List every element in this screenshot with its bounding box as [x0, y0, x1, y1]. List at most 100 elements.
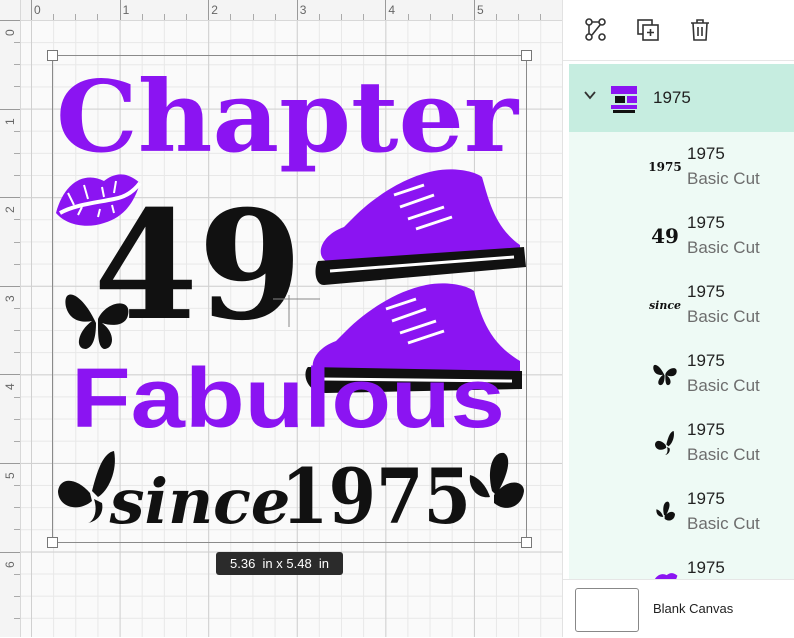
- butterfly-small-icon: [647, 426, 683, 460]
- ruler-tick: [14, 440, 20, 442]
- layer-thumbnail-since: since: [648, 298, 682, 312]
- resize-handle-bottom-right[interactable]: [521, 537, 532, 548]
- group-ungroup-icon[interactable]: [583, 17, 609, 43]
- ruler-tick: [14, 418, 20, 420]
- ruler-tick: [252, 14, 254, 20]
- ruler-tick: [14, 529, 20, 531]
- ruler-tick: [14, 485, 20, 487]
- ruler-tick: [0, 197, 20, 199]
- ruler-number: 4: [388, 3, 396, 17]
- ruler-number: 1: [3, 117, 17, 125]
- layer-name: 1975: [687, 351, 725, 370]
- ruler-tick: [208, 0, 210, 20]
- group-name: 1975: [653, 88, 691, 107]
- ruler-tick: [97, 14, 99, 20]
- ruler-tick: [14, 42, 20, 44]
- layer-name: 1975: [687, 489, 725, 508]
- layer-name: 1975: [687, 420, 725, 439]
- ruler-number: 1: [122, 3, 130, 17]
- resize-handle-top-left[interactable]: [47, 50, 58, 61]
- layer-name: 1975: [687, 144, 725, 163]
- blank-canvas-row[interactable]: Blank Canvas: [563, 579, 794, 638]
- layer-type: Basic Cut: [687, 445, 760, 464]
- butterfly-icon: [647, 357, 683, 391]
- butterfly-tilted-icon: [647, 495, 683, 529]
- design-canvas[interactable]: 012345 0123456 Chapter 49 Fabulous since…: [0, 0, 562, 637]
- layer-name: 1975: [687, 282, 725, 301]
- resize-handle-bottom-left[interactable]: [47, 537, 58, 548]
- dimensions-label: 5.36 in x 5.48 in: [216, 552, 344, 575]
- ruler-tick: [230, 14, 232, 20]
- ruler-tick: [14, 241, 20, 243]
- layer-group-row[interactable]: 1975: [569, 64, 794, 132]
- horizontal-ruler: 0 1 2 3 4 5: [0, 0, 562, 21]
- layer-item[interactable]: 1975: [569, 546, 794, 579]
- canvas-label: Blank Canvas: [653, 601, 734, 616]
- ruler-tick: [0, 374, 20, 376]
- selection-box[interactable]: [47, 50, 532, 548]
- ruler-tick: [0, 108, 20, 110]
- ruler-tick: [31, 0, 32, 20]
- ruler-tick: [274, 14, 276, 20]
- ruler-number: 0: [3, 29, 17, 36]
- layer-item[interactable]: 1975 1975 Basic Cut: [569, 132, 794, 201]
- ruler-tick: [14, 175, 20, 177]
- layer-type: Basic Cut: [687, 376, 760, 395]
- canvas-swatch[interactable]: [575, 588, 639, 632]
- layer-type: Basic Cut: [687, 238, 760, 257]
- ruler-tick: [540, 14, 542, 20]
- group-thumbnail: [609, 84, 639, 114]
- ruler-tick: [14, 595, 20, 597]
- layer-thumbnail-1975: 1975: [648, 160, 682, 174]
- ruler-number: 4: [3, 383, 17, 391]
- ruler-tick: [14, 130, 20, 132]
- ruler-tick: [14, 219, 20, 221]
- ruler-tick: [429, 14, 431, 20]
- ruler-tick: [341, 14, 343, 20]
- ruler-number: 5: [477, 3, 484, 17]
- layers-panel: 1975 1975 1975 Basic Cut 49 1975 Basic C…: [562, 0, 794, 638]
- layer-list: 1975 1975 Basic Cut 49 1975 Basic Cut si…: [569, 132, 794, 579]
- resize-handle-top-right[interactable]: [521, 50, 532, 61]
- layer-item[interactable]: 1975 Basic Cut: [569, 477, 794, 546]
- delete-icon[interactable]: [687, 17, 713, 43]
- ruler-tick: [451, 14, 453, 20]
- layer-type: Basic Cut: [687, 169, 760, 188]
- ruler-tick: [14, 152, 20, 154]
- ruler-number: 5: [3, 472, 17, 479]
- ruler-tick: [363, 14, 365, 20]
- layer-item[interactable]: 1975 Basic Cut: [569, 408, 794, 477]
- layer-name: 1975: [687, 213, 725, 232]
- ruler-tick: [75, 14, 77, 20]
- ruler-tick: [141, 14, 143, 20]
- lips-icon: [647, 564, 683, 579]
- ruler-number: 3: [299, 3, 307, 17]
- duplicate-icon[interactable]: [635, 17, 661, 43]
- ruler-tick: [0, 285, 20, 287]
- ruler-tick: [14, 64, 20, 66]
- layer-thumbnail-49: 49: [651, 224, 679, 248]
- ruler-tick: [385, 0, 387, 20]
- ruler-number: 2: [3, 206, 17, 214]
- layer-item[interactable]: since 1975 Basic Cut: [569, 270, 794, 339]
- ruler-tick: [14, 263, 20, 265]
- ruler-tick: [14, 507, 20, 509]
- ruler-tick: [407, 14, 409, 20]
- ruler-tick: [14, 307, 20, 309]
- vertical-ruler: 0 1 2 3 4 5 6: [0, 0, 21, 637]
- ruler-number: 2: [211, 3, 218, 17]
- ruler-tick: [296, 0, 298, 20]
- ruler-number: 3: [3, 295, 17, 302]
- chevron-down-icon[interactable]: [583, 88, 597, 107]
- layer-type: Basic Cut: [687, 307, 760, 326]
- layer-item[interactable]: 1975 Basic Cut: [569, 339, 794, 408]
- ruler-tick: [119, 0, 121, 20]
- ruler-tick: [14, 396, 20, 398]
- layer-item[interactable]: 49 1975 Basic Cut: [569, 201, 794, 270]
- ruler-tick: [518, 14, 520, 20]
- layers-toolbar: [563, 0, 794, 61]
- layer-name: 1975: [687, 558, 725, 577]
- ruler-tick: [0, 463, 20, 464]
- ruler-tick: [163, 14, 165, 20]
- ruler-tick: [14, 330, 20, 332]
